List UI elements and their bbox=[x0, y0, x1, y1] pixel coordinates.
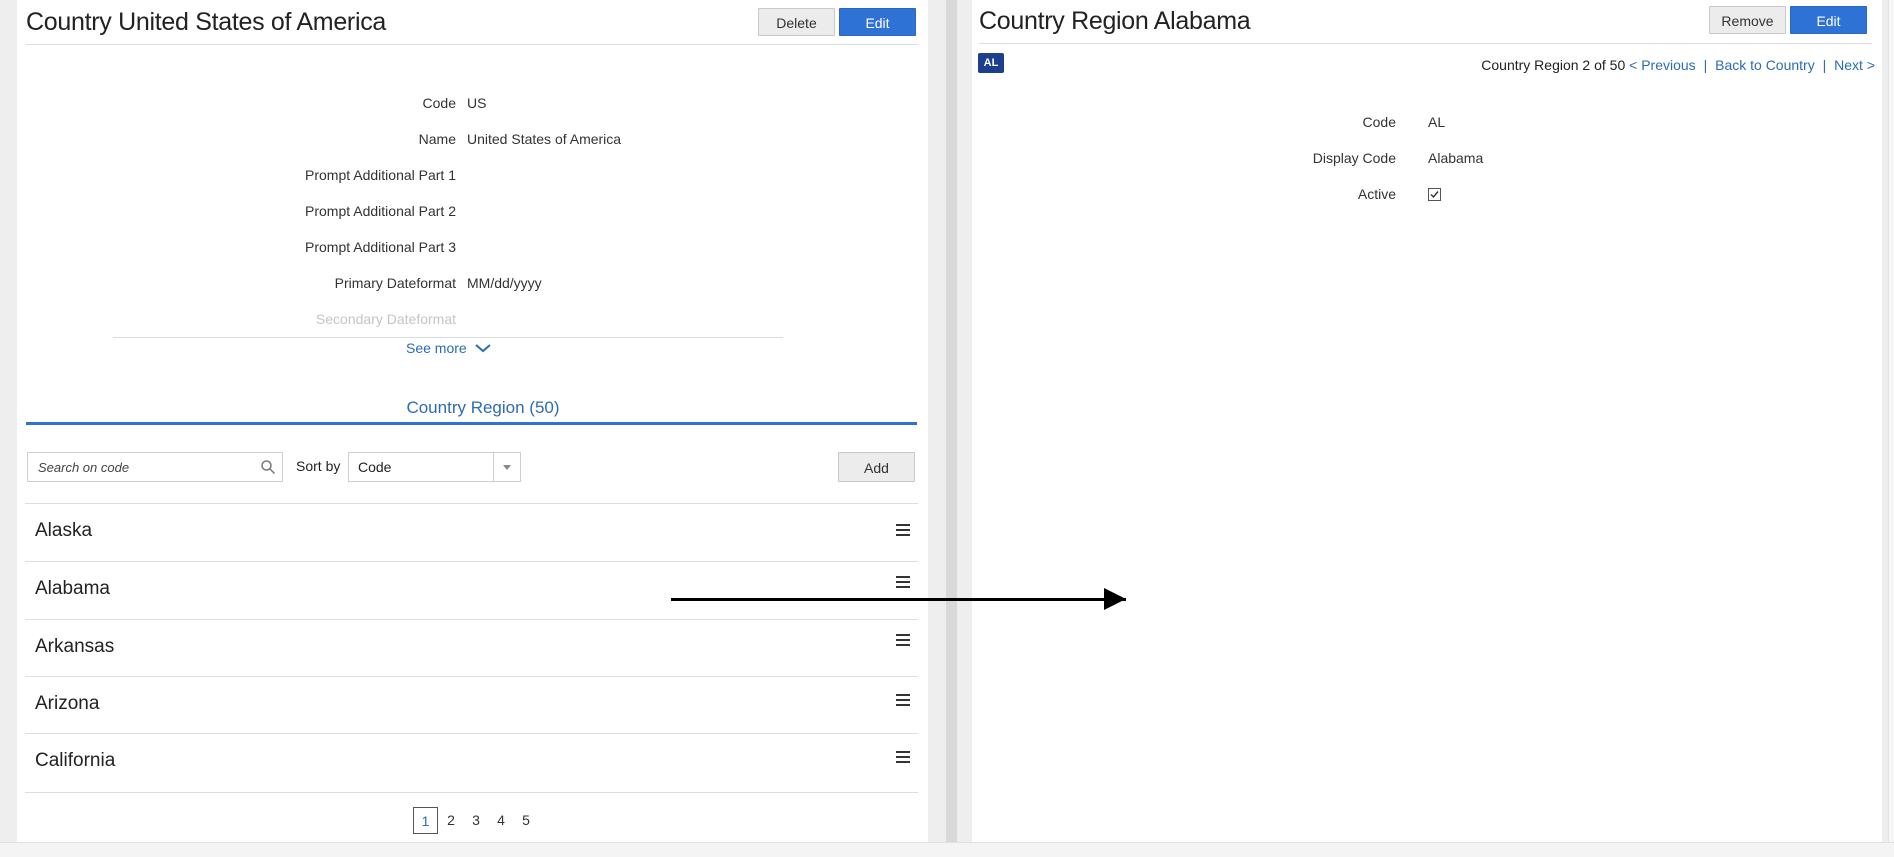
remove-button[interactable]: Remove bbox=[1709, 6, 1786, 34]
field-label-code: Code bbox=[422, 95, 456, 111]
back-to-country-link[interactable]: Back to Country bbox=[1715, 57, 1815, 73]
next-link[interactable]: Next > bbox=[1834, 57, 1875, 73]
sort-label: Sort by bbox=[296, 458, 341, 474]
field-value-name: United States of America bbox=[467, 131, 622, 147]
menu-icon[interactable] bbox=[896, 524, 910, 538]
search-input[interactable] bbox=[28, 453, 250, 481]
split-divider[interactable] bbox=[946, 0, 957, 856]
page-5[interactable]: 5 bbox=[517, 807, 535, 834]
active-checkbox bbox=[1428, 188, 1441, 201]
country-detail-panel: Country United States of America Delete … bbox=[17, 0, 928, 842]
nav-separator: | bbox=[1822, 57, 1827, 73]
field-value-code: AL bbox=[1428, 114, 1446, 130]
delete-button[interactable]: Delete bbox=[758, 8, 835, 36]
menu-icon[interactable] bbox=[896, 634, 910, 648]
title-divider bbox=[26, 44, 918, 45]
see-more-label: See more bbox=[406, 340, 467, 356]
record-position: Country Region 2 of 50 bbox=[1481, 57, 1626, 73]
page-title: Country United States of America bbox=[26, 8, 387, 36]
search-icon[interactable] bbox=[260, 459, 276, 475]
country-region-detail-panel: Country Region Alabama Remove Edit AL Co… bbox=[972, 0, 1882, 842]
arrow-right-icon bbox=[1104, 588, 1126, 610]
list-item-arizona[interactable]: Arizona bbox=[25, 676, 918, 735]
field-value-code: US bbox=[467, 95, 487, 111]
page-4[interactable]: 4 bbox=[492, 807, 510, 834]
list-item-label: Arkansas bbox=[35, 636, 115, 657]
fields-divider bbox=[113, 337, 783, 338]
list-item-label: Alabama bbox=[35, 578, 110, 599]
chevron-down-icon bbox=[503, 465, 511, 470]
page-2[interactable]: 2 bbox=[442, 807, 460, 834]
previous-link[interactable]: < Previous bbox=[1629, 57, 1696, 73]
page-title: Country Region Alabama bbox=[979, 7, 1251, 35]
field-label-code: Code bbox=[1362, 114, 1396, 130]
see-more-link[interactable]: See more bbox=[406, 340, 492, 356]
nav-separator: | bbox=[1703, 57, 1708, 73]
search-box bbox=[27, 452, 283, 482]
record-navigation: Country Region 2 of 50 < Previous | Back… bbox=[1481, 57, 1875, 73]
region-badge: AL bbox=[978, 53, 1004, 73]
page-1[interactable]: 1 bbox=[413, 807, 438, 834]
list-item-label: California bbox=[35, 750, 116, 771]
field-label-primary-dateformat: Primary Dateformat bbox=[334, 275, 456, 291]
menu-icon[interactable] bbox=[896, 576, 910, 590]
field-label-prompt-2: Prompt Additional Part 2 bbox=[305, 203, 456, 219]
list-item-alaska[interactable]: Alaska bbox=[25, 503, 918, 562]
field-label-name: Name bbox=[418, 131, 456, 147]
page-3[interactable]: 3 bbox=[467, 807, 485, 834]
tab-underline bbox=[26, 422, 917, 425]
field-label-prompt-1: Prompt Additional Part 1 bbox=[305, 167, 456, 183]
list-item-alabama[interactable]: Alabama bbox=[25, 561, 918, 620]
field-label-display-code: Display Code bbox=[1312, 150, 1396, 166]
field-label-secondary-dateformat: Secondary Dateformat bbox=[315, 311, 456, 327]
edit-button[interactable]: Edit bbox=[839, 8, 916, 36]
field-label-prompt-3: Prompt Additional Part 3 bbox=[305, 239, 456, 255]
chevron-down-icon bbox=[474, 344, 491, 353]
edit-button[interactable]: Edit bbox=[1790, 6, 1867, 34]
sort-select-value: Code bbox=[358, 459, 392, 475]
right-edge-scrollbar bbox=[1888, 0, 1894, 856]
list-item-label: Arizona bbox=[35, 693, 100, 714]
list-item-california[interactable]: California bbox=[25, 733, 918, 793]
tab-country-region[interactable]: Country Region (50) bbox=[317, 398, 649, 418]
field-label-active: Active bbox=[1357, 186, 1396, 202]
annotation-arrow-line bbox=[671, 598, 1126, 601]
field-value-primary-dateformat: MM/dd/yyyy bbox=[467, 275, 542, 291]
dropdown-toggle[interactable] bbox=[493, 453, 520, 481]
menu-icon[interactable] bbox=[896, 694, 910, 708]
add-button[interactable]: Add bbox=[838, 452, 915, 482]
list-item-label: Alaska bbox=[35, 520, 93, 541]
list-item-arkansas[interactable]: Arkansas bbox=[25, 619, 918, 678]
checkbox-checked-icon bbox=[1430, 191, 1439, 199]
menu-icon[interactable] bbox=[896, 751, 910, 765]
bottom-strip bbox=[0, 842, 1894, 857]
field-value-display-code: Alabama bbox=[1428, 150, 1484, 166]
sort-select[interactable]: Code bbox=[348, 452, 521, 482]
title-divider bbox=[979, 43, 1872, 44]
